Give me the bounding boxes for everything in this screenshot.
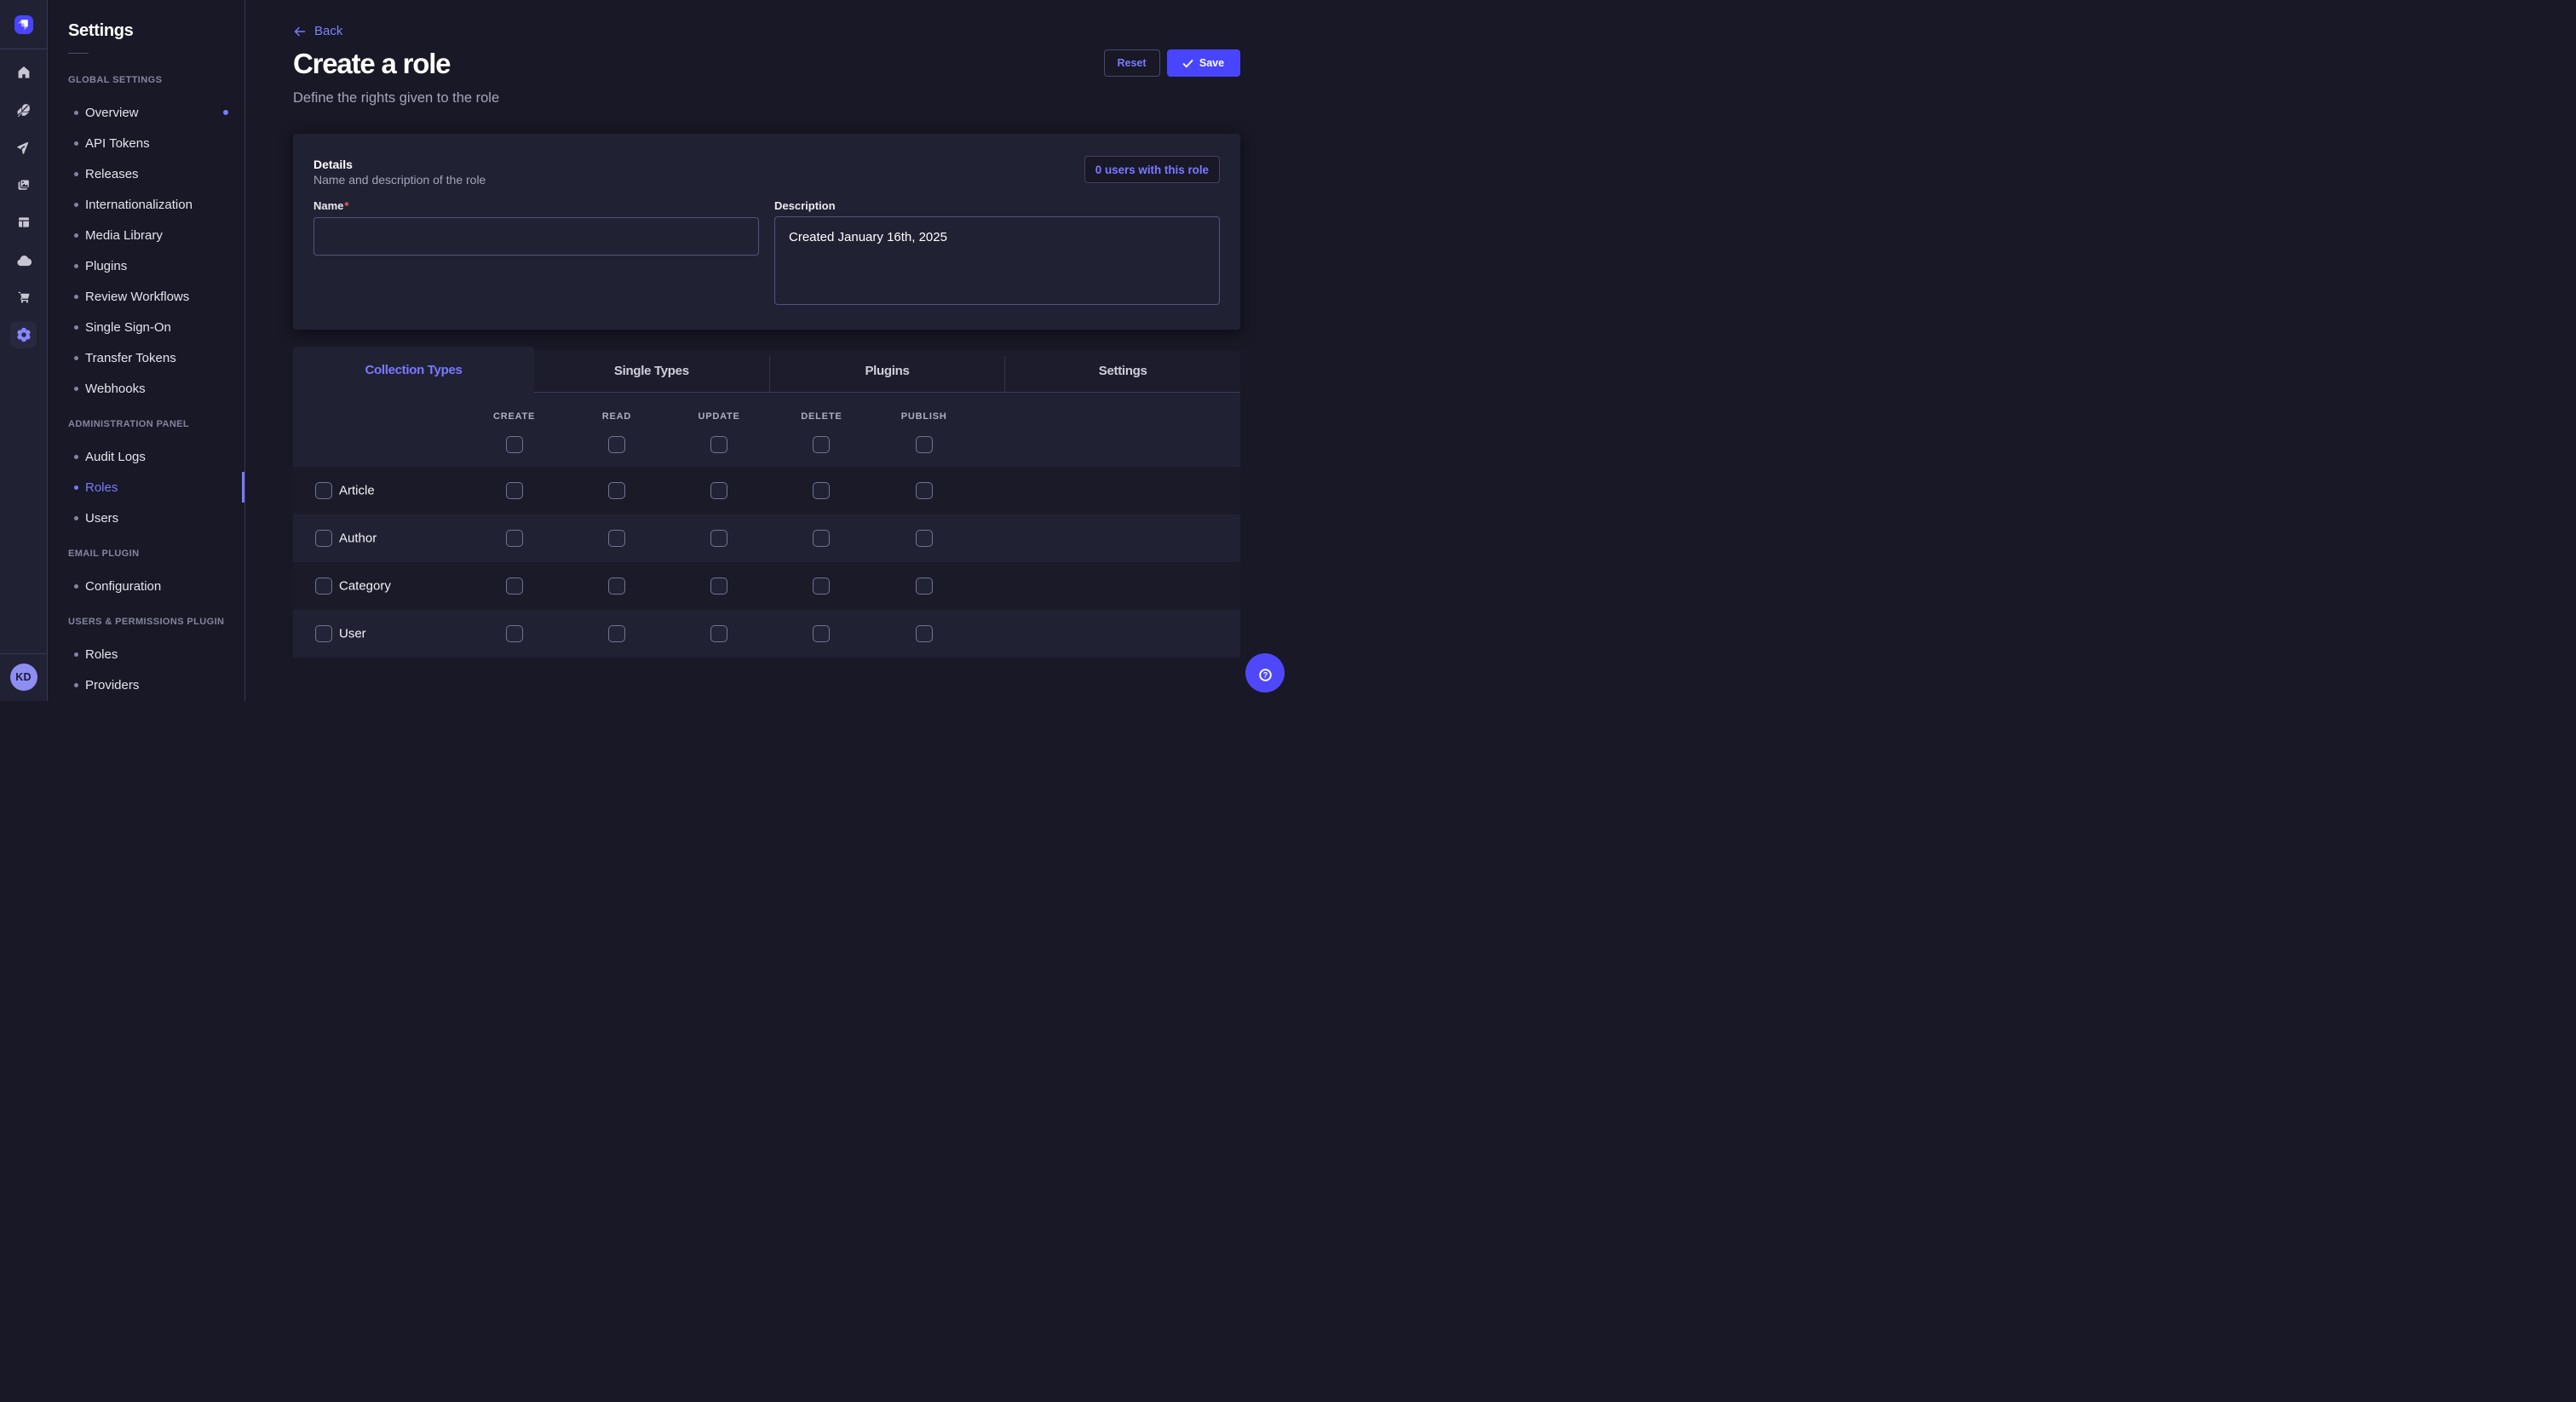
svg-text:?: ? [1262, 670, 1267, 679]
